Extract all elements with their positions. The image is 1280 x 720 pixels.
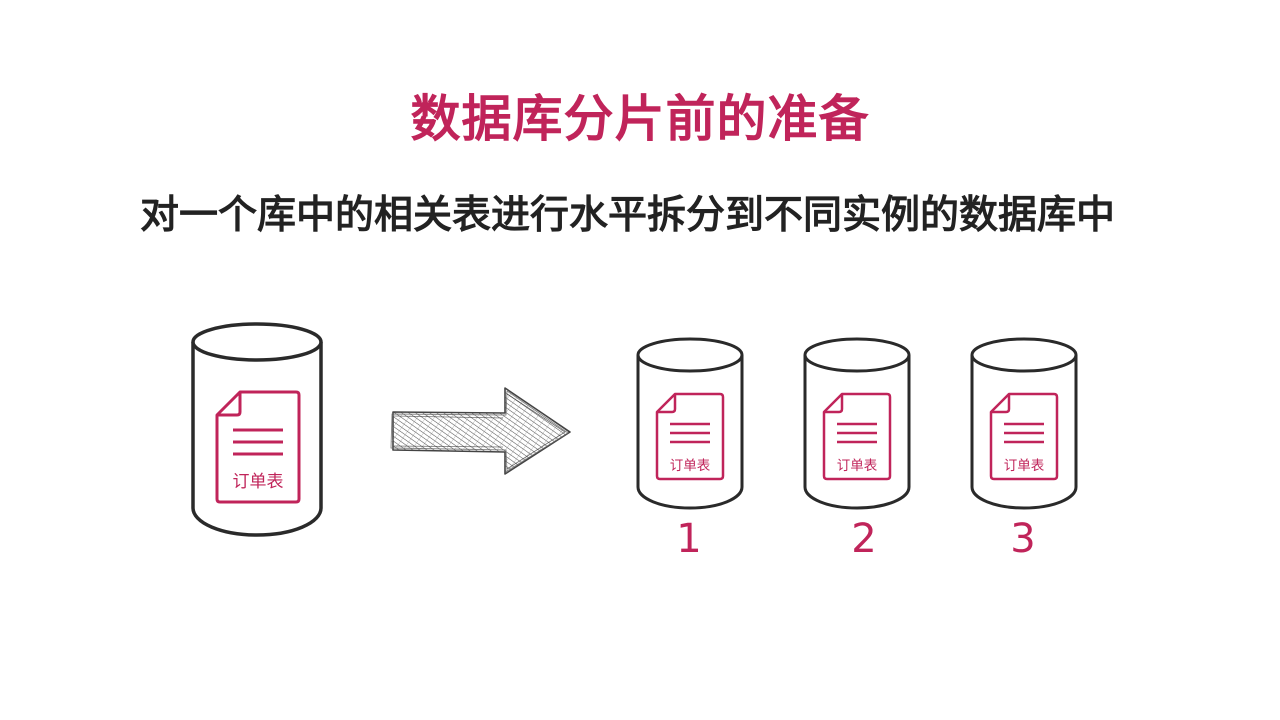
shard-number-1: 1 xyxy=(676,516,702,562)
shard-database-2: 订单表 xyxy=(803,337,911,510)
sharding-diagram: 订单表 订单表 订单表 订单表 xyxy=(191,322,1078,537)
source-database: 订单表 xyxy=(191,322,323,537)
sketch-arrow-right-icon xyxy=(390,387,571,475)
shard-number-3: 3 xyxy=(1010,516,1036,562)
source-table-label: 订单表 xyxy=(233,472,284,492)
shard-database-3: 订单表 xyxy=(970,337,1078,510)
shard-number-2: 2 xyxy=(851,516,877,562)
shard-database-1: 订单表 xyxy=(636,337,744,510)
shard-table-label: 订单表 xyxy=(670,458,711,474)
shard-table-label: 订单表 xyxy=(837,458,878,474)
shard-table-label: 订单表 xyxy=(1004,458,1045,474)
